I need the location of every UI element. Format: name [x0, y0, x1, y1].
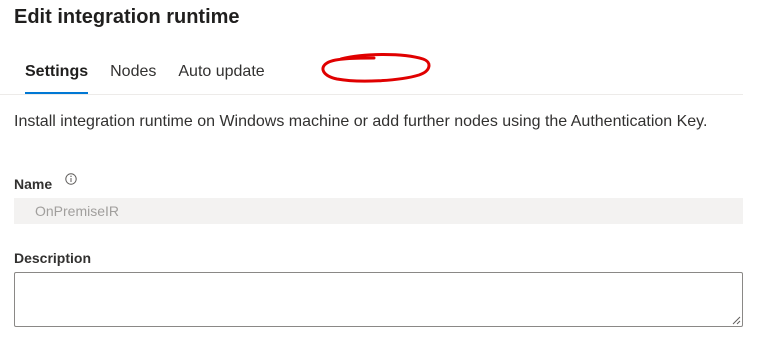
- tab-divider: [0, 94, 743, 95]
- description-textarea[interactable]: [14, 272, 743, 327]
- page-title: Edit integration runtime: [14, 6, 240, 28]
- tab-auto-update[interactable]: Auto update: [167, 60, 275, 94]
- edit-integration-runtime-panel: Edit integration runtime Settings Nodes …: [0, 0, 757, 343]
- info-icon[interactable]: [65, 173, 77, 185]
- name-field: OnPremiseIR: [14, 198, 743, 224]
- intro-description: Install integration runtime on Windows m…: [14, 113, 708, 130]
- name-label: Name: [14, 176, 53, 192]
- resize-grip-icon[interactable]: [731, 315, 741, 325]
- tab-nodes[interactable]: Nodes: [99, 60, 167, 94]
- tab-bar: Settings Nodes Auto update: [14, 60, 276, 94]
- tab-settings[interactable]: Settings: [14, 60, 99, 94]
- red-marker-annotation: [321, 53, 431, 83]
- description-label: Description: [14, 250, 92, 266]
